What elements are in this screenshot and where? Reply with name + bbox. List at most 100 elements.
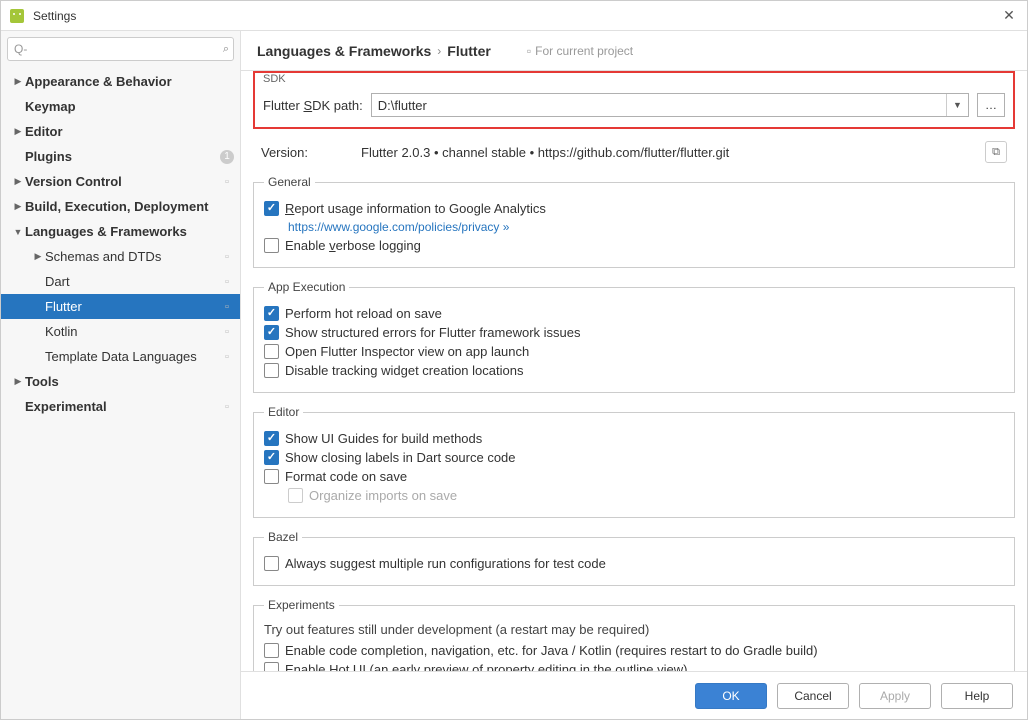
search-input[interactable]: Q- ⌕ <box>7 37 234 61</box>
project-badge-icon: ▫ <box>220 326 234 338</box>
sidebar-item-tools[interactable]: ▶Tools <box>1 369 240 394</box>
check-disable-tracking[interactable]: Disable tracking widget creation locatio… <box>264 363 1004 378</box>
sidebar-item-editor[interactable]: ▶Editor <box>1 119 240 144</box>
project-badge-icon: ▫ <box>220 251 234 263</box>
check-verbose-logging[interactable]: Enable verbose logging <box>264 238 1004 253</box>
sidebar-item-keymap[interactable]: Keymap <box>1 94 240 119</box>
tree-label: Appearance & Behavior <box>25 74 234 89</box>
tree-toggle-icon[interactable]: ▶ <box>11 176 25 187</box>
tree-toggle-icon[interactable]: ▶ <box>31 251 45 262</box>
copy-icon[interactable]: ⧉ <box>985 141 1007 163</box>
sidebar-item-schemas-and-dtds[interactable]: ▶Schemas and DTDs▫ <box>1 244 240 269</box>
settings-tree[interactable]: ▶Appearance & BehaviorKeymap▶EditorPlugi… <box>1 67 240 719</box>
search-clear-icon[interactable]: ⌕ <box>223 43 229 56</box>
tree-label: Languages & Frameworks <box>25 224 234 239</box>
tree-toggle-icon[interactable]: ▼ <box>11 227 25 237</box>
experiments-legend: Experiments <box>264 598 339 612</box>
check-bazel-suggest[interactable]: Always suggest multiple run configuratio… <box>264 556 1004 571</box>
sidebar-item-languages-frameworks[interactable]: ▼Languages & Frameworks <box>1 219 240 244</box>
editor-group: Editor Show UI Guides for build methods … <box>253 405 1015 518</box>
check-closing-labels[interactable]: Show closing labels in Dart source code <box>264 450 1004 465</box>
sidebar-item-version-control[interactable]: ▶Version Control▫ <box>1 169 240 194</box>
tree-label: Schemas and DTDs <box>45 249 220 264</box>
checkbox[interactable] <box>264 662 279 671</box>
editor-legend: Editor <box>264 405 303 419</box>
checkbox[interactable] <box>264 306 279 321</box>
window-title: Settings <box>33 9 999 23</box>
tree-label: Dart <box>45 274 220 289</box>
checkbox[interactable] <box>264 556 279 571</box>
breadcrumb-parent[interactable]: Languages & Frameworks <box>257 43 431 59</box>
apply-button: Apply <box>859 683 931 709</box>
tree-label: Flutter <box>45 299 220 314</box>
sidebar-item-appearance-behavior[interactable]: ▶Appearance & Behavior <box>1 69 240 94</box>
checkbox <box>288 488 303 503</box>
help-button[interactable]: Help <box>941 683 1013 709</box>
sidebar-item-plugins[interactable]: Plugins1 <box>1 144 240 169</box>
checkbox[interactable] <box>264 238 279 253</box>
sdk-path-label: Flutter SDK path: <box>263 98 363 113</box>
check-hot-ui[interactable]: Enable Hot UI (an early preview of prope… <box>264 662 1004 671</box>
check-format-on-save[interactable]: Format code on save <box>264 469 1004 484</box>
tree-toggle-icon[interactable]: ▶ <box>11 376 25 387</box>
main-header: Languages & Frameworks › Flutter ▫ For c… <box>241 31 1027 71</box>
tree-label: Experimental <box>25 399 220 414</box>
privacy-link[interactable]: https://www.google.com/policies/privacy … <box>288 220 1004 234</box>
tree-label: Keymap <box>25 99 234 114</box>
tree-toggle-icon[interactable]: ▶ <box>11 126 25 137</box>
version-label: Version: <box>261 145 353 160</box>
sidebar-item-build-execution-deployment[interactable]: ▶Build, Execution, Deployment <box>1 194 240 219</box>
experiments-group: Experiments Try out features still under… <box>253 598 1015 671</box>
browse-button[interactable]: … <box>977 93 1005 117</box>
sdk-path-value[interactable]: D:\flutter <box>372 98 946 113</box>
count-badge: 1 <box>220 150 234 164</box>
checkbox[interactable] <box>264 450 279 465</box>
sidebar-item-kotlin[interactable]: Kotlin▫ <box>1 319 240 344</box>
project-badge-icon: ▫ <box>220 276 234 288</box>
check-report-analytics[interactable]: Report usage information to Google Analy… <box>264 201 1004 216</box>
sidebar-item-experimental[interactable]: Experimental▫ <box>1 394 240 419</box>
checkbox[interactable] <box>264 363 279 378</box>
search-wrap: Q- ⌕ <box>1 31 240 67</box>
sidebar-item-template-data-languages[interactable]: Template Data Languages▫ <box>1 344 240 369</box>
checkbox[interactable] <box>264 469 279 484</box>
sdk-highlight-box: SDK Flutter SDK path: D:\flutter ▼ … <box>253 71 1015 129</box>
dropdown-arrow-icon[interactable]: ▼ <box>946 94 968 116</box>
check-java-kotlin[interactable]: Enable code completion, navigation, etc.… <box>264 643 1004 658</box>
breadcrumb-current: Flutter <box>447 43 491 59</box>
ok-button[interactable]: OK <box>695 683 767 709</box>
sidebar-item-flutter[interactable]: Flutter▫ <box>1 294 240 319</box>
project-badge-icon: ▫ <box>220 351 234 363</box>
project-scope-hint: ▫ For current project <box>527 44 633 58</box>
chevron-right-icon: › <box>437 44 441 58</box>
version-value: Flutter 2.0.3 • channel stable • https:/… <box>361 145 977 160</box>
app-execution-legend: App Execution <box>264 280 349 294</box>
project-badge-icon: ▫ <box>220 401 234 413</box>
tree-label: Kotlin <box>45 324 220 339</box>
check-open-inspector[interactable]: Open Flutter Inspector view on app launc… <box>264 344 1004 359</box>
sdk-path-combo[interactable]: D:\flutter ▼ <box>371 93 969 117</box>
checkbox[interactable] <box>264 431 279 446</box>
checkbox[interactable] <box>264 201 279 216</box>
check-structured-errors[interactable]: Show structured errors for Flutter frame… <box>264 325 1004 340</box>
tree-toggle-icon[interactable]: ▶ <box>11 76 25 87</box>
tree-label: Template Data Languages <box>45 349 220 364</box>
tree-label: Plugins <box>25 149 220 164</box>
cancel-button[interactable]: Cancel <box>777 683 849 709</box>
settings-window: Settings ✕ Q- ⌕ ▶Appearance & BehaviorKe… <box>0 0 1028 720</box>
check-hot-reload[interactable]: Perform hot reload on save <box>264 306 1004 321</box>
body: Q- ⌕ ▶Appearance & BehaviorKeymap▶Editor… <box>1 31 1027 719</box>
content: SDK Flutter SDK path: D:\flutter ▼ … Ver… <box>241 71 1027 671</box>
titlebar: Settings ✕ <box>1 1 1027 31</box>
app-execution-group: App Execution Perform hot reload on save… <box>253 280 1015 393</box>
checkbox[interactable] <box>264 325 279 340</box>
tree-toggle-icon[interactable]: ▶ <box>11 201 25 212</box>
close-icon[interactable]: ✕ <box>999 6 1019 26</box>
check-organize-imports: Organize imports on save <box>288 488 1004 503</box>
sidebar-item-dart[interactable]: Dart▫ <box>1 269 240 294</box>
checkbox[interactable] <box>264 643 279 658</box>
tree-label: Editor <box>25 124 234 139</box>
check-ui-guides[interactable]: Show UI Guides for build methods <box>264 431 1004 446</box>
general-legend: General <box>264 175 315 189</box>
checkbox[interactable] <box>264 344 279 359</box>
